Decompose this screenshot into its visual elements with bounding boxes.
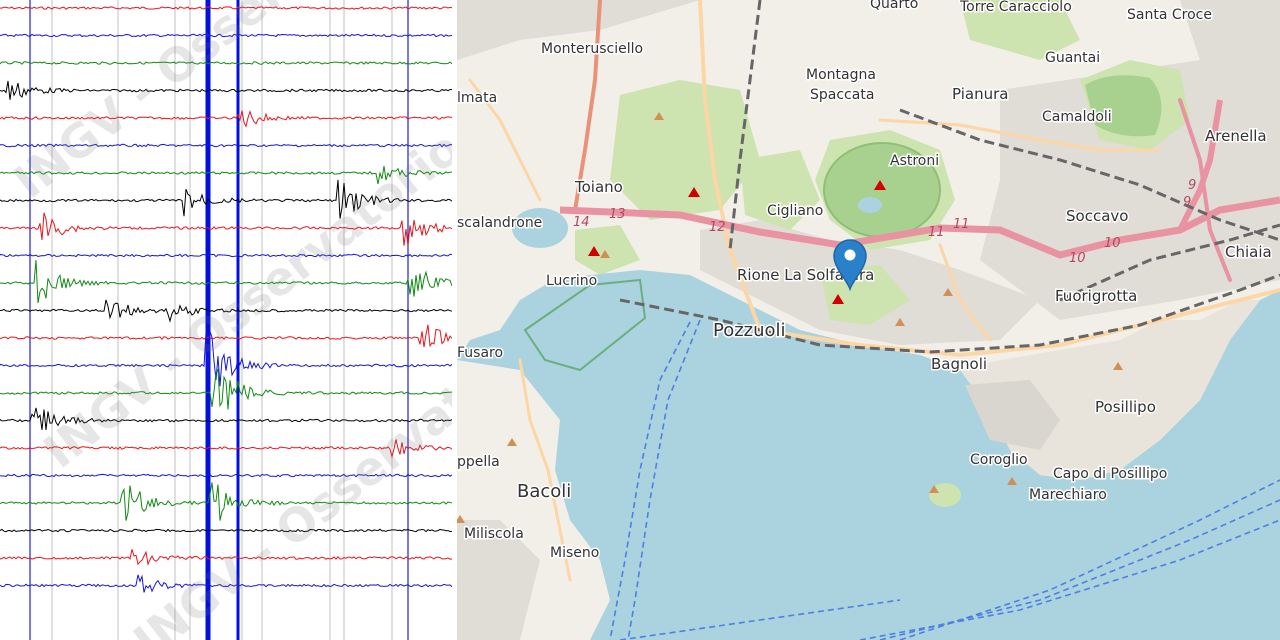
place-label: Fusaro [457,345,503,361]
trace-line [0,80,452,100]
place-label: Marechiaro [1029,487,1107,503]
place-label: Quarto [870,0,918,12]
place-label: Guantai [1045,50,1100,66]
road-ref: 14 [573,215,590,230]
road-ref: 12 [709,220,726,235]
place-label: Chiaia [1225,243,1272,261]
place-label: scalandrone [457,215,542,231]
road-ref: 9 [1183,195,1191,210]
place-label: Miseno [550,545,599,561]
place-label: Monterusciello [541,41,643,57]
road-ref: 9 [1188,178,1196,193]
place-label: Fuorigrotta [1055,287,1137,305]
trace-line [0,528,452,533]
road-ref: 11 [953,217,970,232]
place-label: Camaldoli [1042,109,1112,125]
seismogram-drum: INGV - Osservatorio Vesuviano INGV - Oss… [0,0,452,640]
watermark-text-2: INGV - Osservatorio Vesuviano [34,0,452,479]
place-label: ppella [457,454,500,470]
place-label: Santa Croce [1127,7,1212,23]
place-label: Coroglio [970,452,1028,468]
place-label: Montagna [806,67,876,83]
map-panel[interactable]: 14 13 12 11 11 10 10 9 9 Quarto Torre Ca… [457,0,1280,640]
road-ref: 10 [1104,236,1121,251]
seismogram-panel: INGV - Osservatorio Vesuviano INGV - Oss… [0,0,452,640]
place-label: Posillipo [1095,398,1156,416]
road-ref: 11 [928,225,945,240]
map-pin-dot [844,249,856,261]
road-ref: 10 [1069,251,1086,266]
trace-line [0,253,452,258]
place-label: Pianura [952,85,1008,103]
place-label: Torre Caracciolo [959,0,1072,15]
place-label: Capo di Posillipo [1053,466,1167,482]
place-label: Toiano [574,178,623,196]
trace-line [0,61,452,65]
map-canvas[interactable]: 14 13 12 11 11 10 10 9 9 Quarto Torre Ca… [457,0,1280,640]
place-label: Pozzuoli [713,320,786,341]
crater-lake [858,197,882,213]
place-label: Miliscola [464,526,524,542]
place-label: Cigliano [767,203,823,219]
road-ref: 13 [609,207,626,222]
trace-line [0,368,452,410]
place-label: Lucrino [546,273,597,289]
place-label: Soccavo [1066,207,1128,225]
place-label: Bacoli [517,481,571,502]
place-label: Astroni [890,153,939,169]
place-label: Spaccata [810,87,874,103]
place-label: Bagnoli [931,355,987,373]
watermark: INGV - Osservatorio Vesuviano INGV - Oss… [4,0,452,640]
place-label: lmata [457,90,497,106]
place-label: Arenella [1205,127,1267,145]
